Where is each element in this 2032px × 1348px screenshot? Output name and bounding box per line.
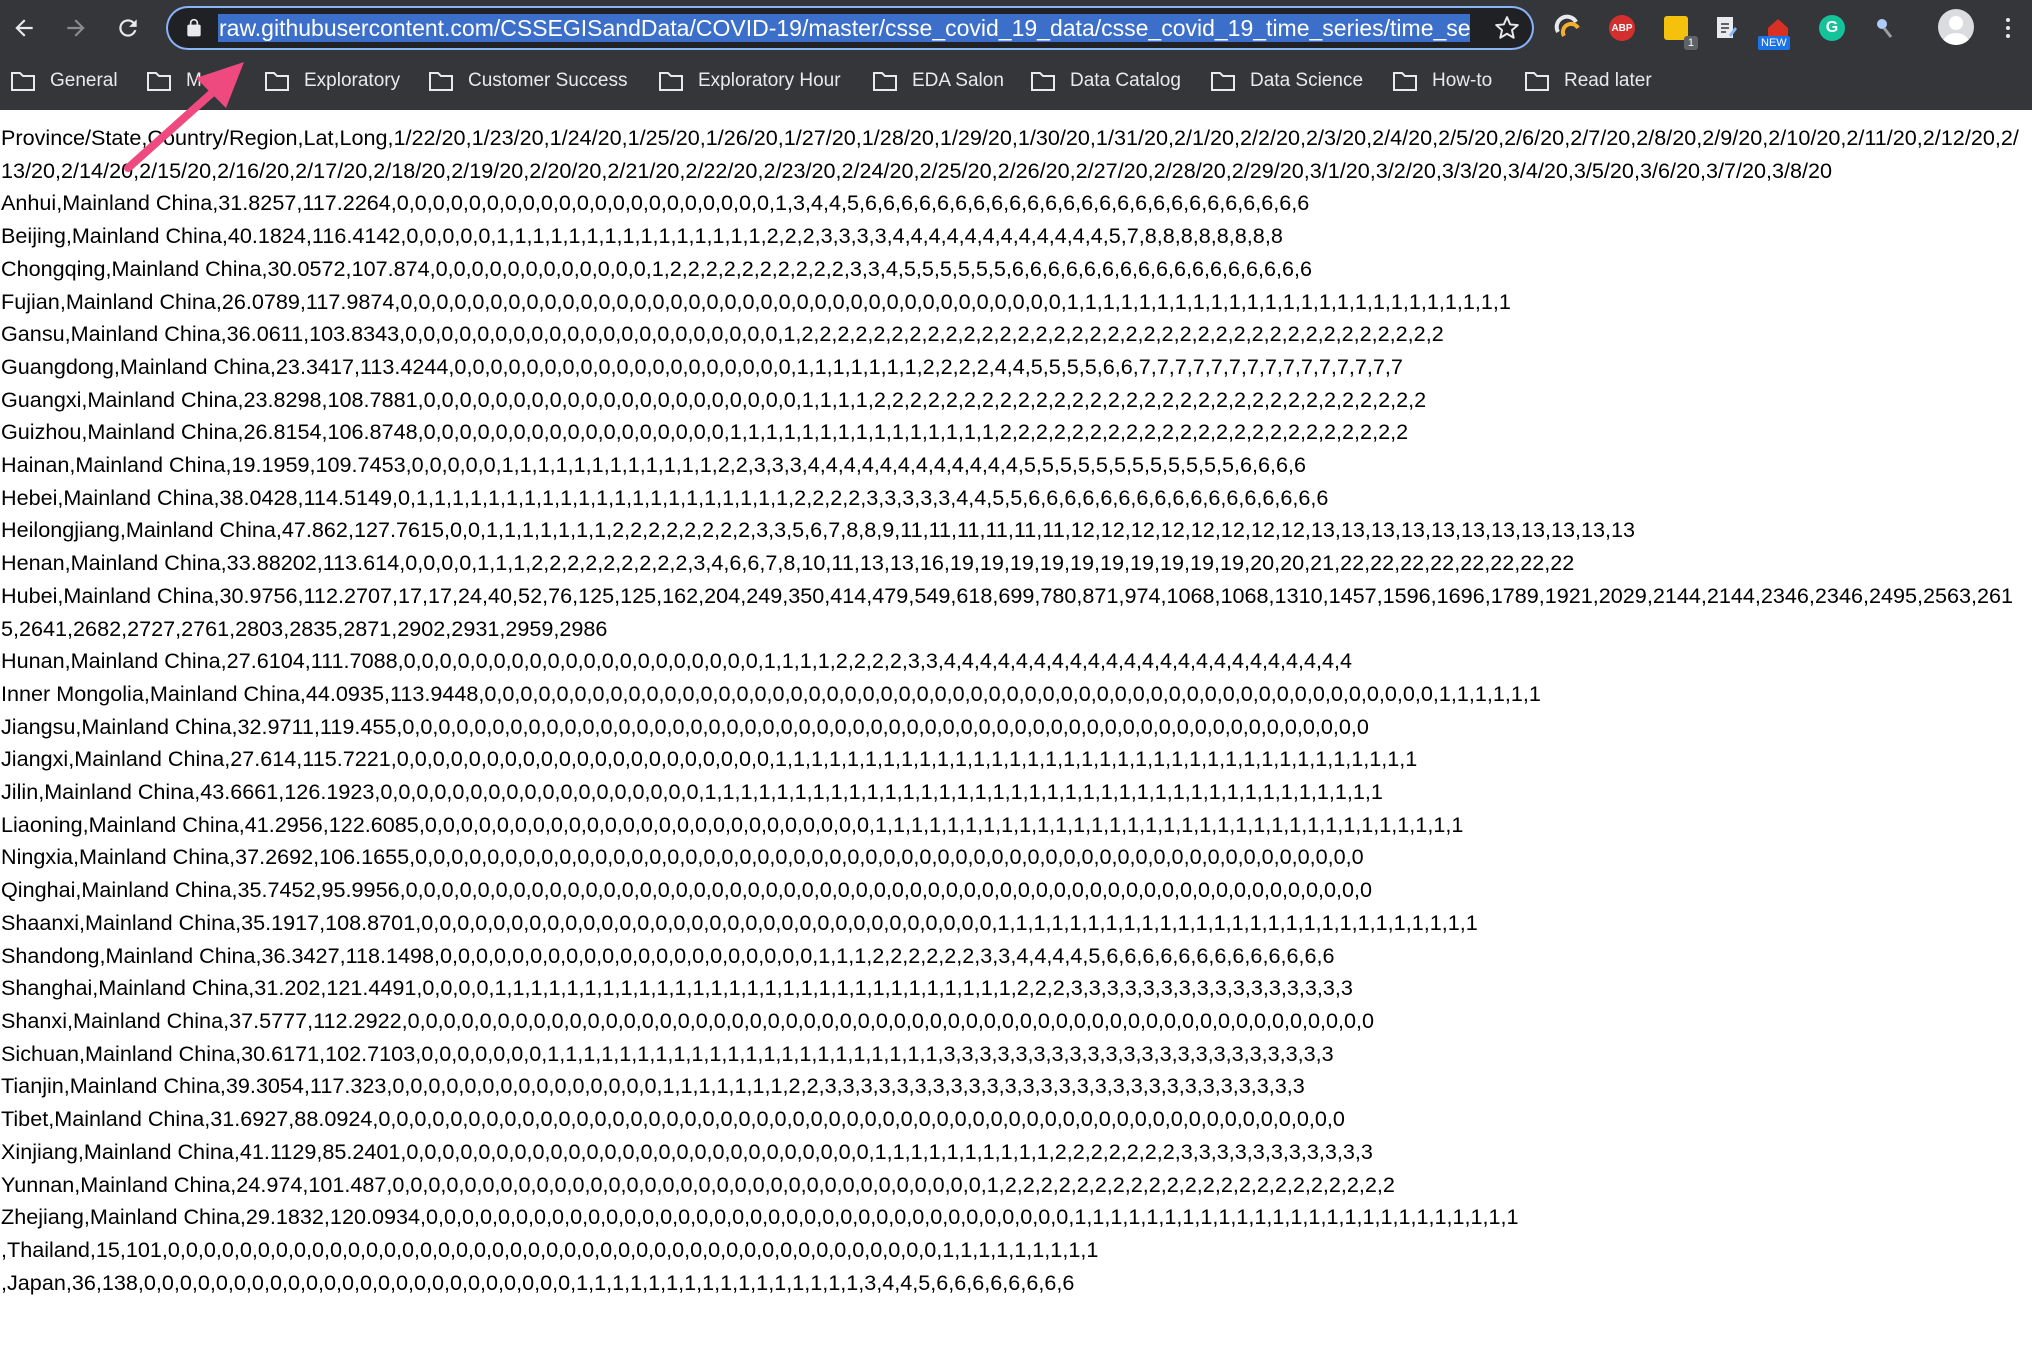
folder-icon <box>1211 72 1235 91</box>
reload-icon <box>119 19 137 37</box>
bookmarks-bar: General M Exploratory Customer Success E… <box>0 60 2032 102</box>
csv-line: Xinjiang,Mainland China,41.1129,85.2401,… <box>1 1138 1373 1164</box>
folder-icon <box>873 72 897 91</box>
url-selection: raw.githubusercontent.com/CSSEGISandData… <box>218 14 1470 42</box>
browser-toolbar: raw.githubusercontent.com/CSSEGISandData… <box>0 0 2032 56</box>
csv-line: Jiangxi,Mainland China,27.614,115.7221,0… <box>1 746 1418 772</box>
new-extension-icon[interactable]: NEW <box>1758 12 1794 50</box>
folder-icon <box>1393 72 1417 91</box>
csv-line: Yunnan,Mainland China,24.974,101.487,0,0… <box>1 1171 1395 1197</box>
csv-line: Anhui,Mainland China,31.8257,117.2264,0,… <box>1 190 1310 216</box>
csv-line: Guangdong,Mainland China,23.3417,113.424… <box>1 353 1403 379</box>
csv-line: ,Japan,36,138,0,0,0,0,0,0,0,0,0,0,0,0,0,… <box>1 1269 1075 1295</box>
sticky-note-extension-icon[interactable]: 1 <box>1660 12 1698 50</box>
bookmark-folder-how-to[interactable]: How-to <box>1392 66 1492 96</box>
new-badge: NEW <box>1758 36 1790 50</box>
folder-icon <box>659 72 683 91</box>
csv-line: Jilin,Mainland China,43.6661,126.1923,0,… <box>1 779 1383 805</box>
document-edit-extension-icon[interactable] <box>1710 12 1742 44</box>
raw-text-content: Province/State,Country/Region,Lat,Long,1… <box>0 122 2032 1348</box>
csv-line: Shaanxi,Mainland China,35.1917,108.8701,… <box>1 909 1478 935</box>
csv-line: Gansu,Mainland China,36.0611,103.8343,0,… <box>1 321 1444 347</box>
csv-line: Qinghai,Mainland China,35.7452,95.9956,0… <box>1 877 1373 903</box>
bookmark-folder-exploratory[interactable]: Exploratory <box>264 66 400 96</box>
folder-icon <box>1525 72 1549 91</box>
csv-line: Guizhou,Mainland China,26.8154,106.8748,… <box>1 419 1409 445</box>
back-button[interactable] <box>6 10 42 46</box>
csv-line: Tibet,Mainland China,31.6927,88.0924,0,0… <box>1 1106 1345 1132</box>
adblock-plus-icon[interactable]: ABP <box>1606 12 1638 44</box>
csv-text: Province/State,Country/Region,Lat,Long,1… <box>0 122 2026 1299</box>
bookmark-folder-general[interactable]: General <box>10 66 118 96</box>
address-bar[interactable]: raw.githubusercontent.com/CSSEGISandData… <box>166 6 1534 50</box>
csv-line: Beijing,Mainland China,40.1824,116.4142,… <box>1 223 1283 249</box>
csv-line: Henan,Mainland China,33.88202,113.614,0,… <box>1 550 1575 576</box>
csv-line: Tianjin,Mainland China,39.3054,117.323,0… <box>1 1073 1305 1099</box>
folder-icon <box>11 72 35 91</box>
csv-line: Inner Mongolia,Mainland China,44.0935,11… <box>1 680 1541 706</box>
csv-line: Zhejiang,Mainland China,29.1832,120.0934… <box>1 1204 1519 1230</box>
profile-avatar[interactable] <box>1938 9 1974 45</box>
reload-button[interactable] <box>110 10 146 46</box>
csv-line: Province/State,Country/Region,Lat,Long,1… <box>1 125 2019 183</box>
bookmark-folder-data-catalog[interactable]: Data Catalog <box>1030 66 1181 96</box>
folder-icon <box>147 72 171 91</box>
csv-line: Fujian,Mainland China,26.0789,117.9874,0… <box>1 288 1511 314</box>
bookmark-folder-m[interactable]: M <box>146 66 202 96</box>
arc-extension-icon[interactable] <box>1552 12 1584 44</box>
folder-icon <box>265 72 289 91</box>
csv-line: Hubei,Mainland China,30.9756,112.2707,17… <box>1 582 2014 641</box>
microscope-extension-icon[interactable] <box>1868 12 1900 44</box>
bookmark-star-icon[interactable] <box>1494 15 1520 41</box>
bookmark-folder-data-science[interactable]: Data Science <box>1210 66 1363 96</box>
csv-line: ,Thailand,15,101,0,0,0,0,0,0,0,0,0,0,0,0… <box>1 1236 1099 1262</box>
browser-menu-icon[interactable] <box>1996 12 2020 44</box>
csv-line: Liaoning,Mainland China,41.2956,122.6085… <box>1 811 1464 837</box>
csv-line: Shandong,Mainland China,36.3427,118.1498… <box>1 942 1335 968</box>
csv-line: Jiangsu,Mainland China,32.9711,119.455,0… <box>1 713 1369 739</box>
bookmark-folder-exploratory-hour[interactable]: Exploratory Hour <box>658 66 841 96</box>
folder-icon <box>1031 72 1055 91</box>
csv-line: Hunan,Mainland China,27.6104,111.7088,0,… <box>1 648 1353 674</box>
arrow-left-icon <box>15 19 33 37</box>
csv-line: Sichuan,Mainland China,30.6171,102.7103,… <box>1 1040 1334 1066</box>
bookmark-folder-customer-success[interactable]: Customer Success <box>428 66 627 96</box>
arrow-right-icon <box>67 19 85 37</box>
folder-icon <box>429 72 453 91</box>
csv-line: Heilongjiang,Mainland China,47.862,127.7… <box>1 517 1636 543</box>
browser-chrome: raw.githubusercontent.com/CSSEGISandData… <box>0 0 2032 110</box>
csv-line: Chongqing,Mainland China,30.0572,107.874… <box>1 255 1313 281</box>
csv-line: Hainan,Mainland China,19.1959,109.7453,0… <box>1 452 1307 478</box>
bookmark-folder-eda-salon[interactable]: EDA Salon <box>872 66 1004 96</box>
extension-badge: 1 <box>1683 36 1698 50</box>
bookmark-folder-read-later[interactable]: Read later <box>1524 66 1652 96</box>
url-text[interactable]: raw.githubusercontent.com/CSSEGISandData… <box>218 14 1470 42</box>
csv-line: Shanxi,Mainland China,37.5777,112.2922,0… <box>1 1007 1375 1033</box>
grammarly-icon[interactable]: G <box>1816 12 1848 44</box>
csv-line: Ningxia,Mainland China,37.2692,106.1655,… <box>1 844 1364 870</box>
csv-line: Hebei,Mainland China,38.0428,114.5149,0,… <box>1 484 1329 510</box>
forward-button[interactable] <box>58 10 94 46</box>
csv-line: Guangxi,Mainland China,23.8298,108.7881,… <box>1 386 1427 412</box>
lock-icon <box>184 18 204 38</box>
csv-line: Shanghai,Mainland China,31.202,121.4491,… <box>1 975 1353 1001</box>
